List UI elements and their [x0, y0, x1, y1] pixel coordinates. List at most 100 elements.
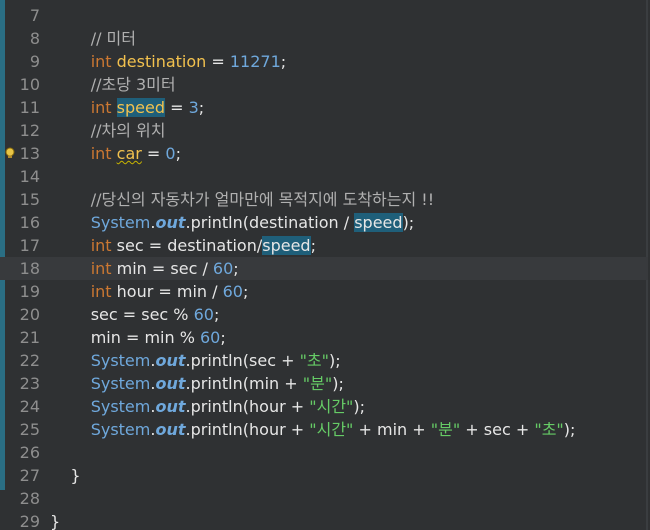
code-token: hour = min / [111, 282, 223, 301]
code-line[interactable]: 17 int sec = destination/speed; [0, 234, 648, 257]
code-token: speed [116, 98, 165, 117]
code-line[interactable]: 25 System.out.println(hour + "시간" + min … [0, 418, 648, 441]
code-line[interactable]: 16 System.out.println(destination / spee… [0, 211, 648, 234]
code-text[interactable]: // 미터 [50, 29, 648, 49]
code-token: int [90, 52, 112, 71]
code-token: "시간" [309, 420, 354, 439]
code-text[interactable]: int hour = min / 60; [50, 282, 648, 302]
line-number: 25 [19, 420, 40, 439]
code-line[interactable]: 26 [0, 441, 648, 464]
code-text[interactable]: int speed = 3; [50, 98, 648, 118]
code-line[interactable]: 22 System.out.println(sec + "초"); [0, 349, 648, 372]
code-text[interactable]: System.out.println(hour + "시간" + min + "… [50, 420, 648, 440]
code-token: ); [353, 397, 366, 416]
code-line[interactable]: 24 System.out.println(hour + "시간"); [0, 395, 648, 418]
code-text[interactable]: System.out.println(destination / speed); [50, 213, 648, 233]
code-line[interactable]: 10 //초당 3미터 [0, 73, 648, 96]
code-line[interactable]: 19 int hour = min / 60; [0, 280, 648, 303]
code-text[interactable]: System.out.println(min + "분"); [50, 374, 648, 394]
code-token: sec = destination/ [111, 236, 263, 255]
code-token: 0 [165, 144, 176, 163]
code-token: "분" [302, 374, 333, 393]
code-token: // 미터 [90, 29, 136, 48]
code-text[interactable]: //초당 3미터 [50, 75, 648, 95]
code-token: out [155, 213, 186, 232]
code-token: //초당 3미터 [90, 75, 176, 94]
code-token: ; [280, 52, 287, 71]
code-token: ); [329, 351, 341, 370]
code-text[interactable]: sec = sec % 60; [50, 305, 648, 325]
code-text[interactable]: //당신의 자동차가 얼마만에 목적지에 도착하는지 !! [50, 190, 648, 210]
code-token: ; [242, 282, 249, 301]
line-number: 27 [19, 466, 40, 485]
code-line[interactable]: 20 sec = sec % 60; [0, 303, 648, 326]
line-number: 24 [19, 397, 40, 416]
code-token: ; [310, 236, 316, 255]
code-token: } [50, 466, 81, 485]
line-number: 23 [19, 374, 40, 393]
code-token: destination [116, 52, 207, 71]
code-text[interactable]: //차의 위치 [50, 121, 648, 141]
line-number: 28 [19, 489, 40, 508]
code-text[interactable]: System.out.println(hour + "시간"); [50, 397, 648, 417]
code-token: ); [332, 374, 344, 393]
code-token: int [90, 282, 112, 301]
code-token: int [90, 144, 112, 163]
code-token: 11271 [229, 52, 281, 71]
code-line[interactable]: 9 int destination = 11271; [0, 50, 648, 73]
line-number: 21 [19, 328, 40, 347]
line-number: 19 [19, 282, 40, 301]
code-line[interactable]: 21 min = min % 60; [0, 326, 648, 349]
warning-lightbulb-icon[interactable] [4, 147, 16, 159]
code-line[interactable]: 8 // 미터 [0, 27, 648, 50]
code-token: //당신의 자동차가 얼마만에 목적지에 도착하는지 !! [90, 190, 435, 209]
code-token: 3 [188, 98, 199, 117]
code-line[interactable]: 29} [0, 510, 648, 530]
code-token: int [90, 98, 112, 117]
code-token: System [90, 351, 151, 370]
code-text[interactable]: int min = sec / 60; [50, 259, 648, 279]
line-number: 9 [29, 52, 40, 71]
code-line[interactable]: 27 } [0, 464, 648, 487]
code-line[interactable]: 12 //차의 위치 [0, 119, 648, 142]
code-token: System [90, 374, 151, 393]
code-token: speed [354, 213, 403, 232]
line-number: 15 [19, 190, 40, 209]
code-text[interactable]: } [50, 466, 648, 486]
code-line[interactable]: 7 [0, 4, 648, 27]
code-token: int [90, 236, 112, 255]
code-token: println [190, 351, 243, 370]
code-text[interactable]: int sec = destination/speed; [50, 236, 648, 256]
code-text[interactable]: int destination = 11271; [50, 52, 648, 72]
code-token: println [190, 420, 243, 439]
code-token: println [190, 213, 243, 232]
code-text[interactable]: int car = 0; [50, 144, 648, 164]
code-text[interactable]: } [50, 512, 648, 530]
code-token: (sec + [242, 351, 300, 370]
line-number: 29 [19, 512, 40, 530]
code-editor[interactable]: 78 // 미터 9 int destination = 11271; 10 //초… [0, 0, 650, 530]
line-number: 18 [19, 259, 40, 278]
code-line[interactable]: 23 System.out.println(min + "분"); [0, 372, 648, 395]
code-token: "분" [430, 420, 461, 439]
code-line[interactable]: 14 [0, 165, 648, 188]
line-number: 13 [19, 144, 40, 163]
code-token: (hour + [242, 420, 310, 439]
code-text[interactable]: System.out.println(sec + "초"); [50, 351, 648, 371]
code-text[interactable]: min = min % 60; [50, 328, 648, 348]
code-line[interactable]: 28 [0, 487, 648, 510]
code-line[interactable]: 18 int min = sec / 60; [0, 257, 648, 280]
code-token: ; [233, 259, 239, 278]
code-line[interactable]: 11 int speed = 3; [0, 96, 648, 119]
code-line[interactable]: 15 //당신의 자동차가 얼마만에 목적지에 도착하는지 !! [0, 188, 648, 211]
code-line[interactable]: 13 int car = 0; [0, 142, 648, 165]
code-token: + sec + [460, 420, 535, 439]
code-token: ; [175, 144, 181, 163]
